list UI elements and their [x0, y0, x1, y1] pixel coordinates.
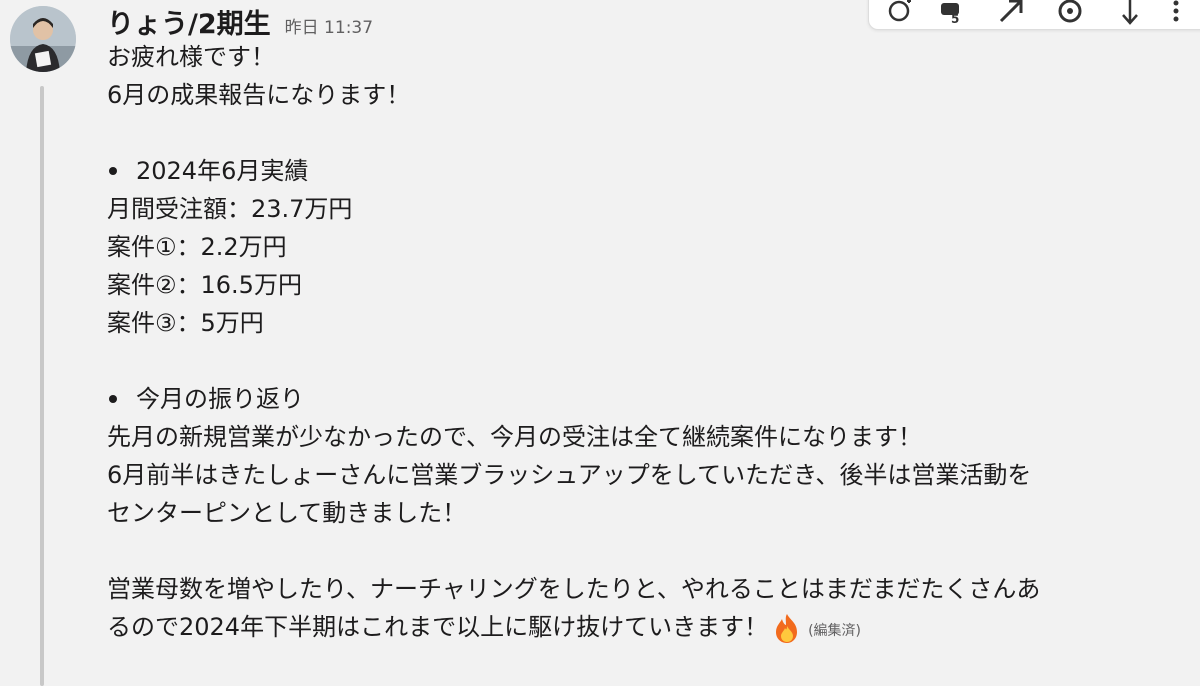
- message-line: 6月の成果報告になります！: [107, 81, 411, 109]
- avatar[interactable]: [10, 6, 76, 72]
- more-icon[interactable]: [1161, 0, 1191, 25]
- message-line: 6月前半はきたしょーさんに営業ブラッシュアップをしていただき、後半は営業活動を: [107, 461, 1032, 489]
- message-line: 案件①：2.2万円: [107, 233, 287, 261]
- thread-line: [40, 86, 44, 686]
- message-actions-toolbar: 5: [868, 0, 1200, 30]
- message-line: お疲れ様です！: [107, 43, 275, 71]
- bookmark-icon[interactable]: [1055, 0, 1085, 25]
- bullet-dot: [109, 395, 117, 403]
- bullet-dot: [109, 167, 117, 175]
- message-line: 先月の新規営業が少なかったので、今月の受注は全て継続案件になります！: [107, 423, 923, 451]
- reply-thread-icon[interactable]: 5: [937, 0, 967, 26]
- message-line: 営業母数を増やしたり、ナーチャリングをしたりと、やれることはまだまだたくさんあ: [107, 575, 1041, 603]
- share-icon[interactable]: [997, 0, 1027, 25]
- message-line-text: るので2024年下半期はこれまで以上に駆け抜けていきます！: [107, 613, 769, 641]
- message-header: りょう/2期生 昨日 11:37: [107, 2, 373, 41]
- edited-label: (編集済): [808, 623, 862, 639]
- bullet-label: 2024年6月実績: [136, 157, 309, 185]
- message-line-last: るので2024年下半期はこれまで以上に駆け抜けていきます！ (編集済): [107, 608, 1197, 646]
- add-reaction-icon[interactable]: [885, 0, 915, 25]
- author-name[interactable]: りょう/2期生: [107, 2, 271, 41]
- bullet-label: 今月の振り返り: [136, 385, 304, 413]
- message-line: センターピンとして動きました！: [107, 499, 467, 527]
- forward-icon[interactable]: [1115, 0, 1145, 25]
- message-line: 案件②：16.5万円: [107, 271, 302, 299]
- message-line: 案件③：5万円: [107, 309, 264, 337]
- bullet-item: 2024年6月実績: [107, 152, 1197, 190]
- fire-icon: [770, 611, 804, 645]
- message-body: お疲れ様です！ 6月の成果報告になります！ 2024年6月実績 月間受注額：23…: [107, 38, 1197, 646]
- svg-text:5: 5: [951, 12, 959, 25]
- message-line: 月間受注額：23.7万円: [107, 195, 353, 223]
- timestamp[interactable]: 昨日 11:37: [285, 13, 373, 38]
- bullet-item: 今月の振り返り: [107, 380, 1197, 418]
